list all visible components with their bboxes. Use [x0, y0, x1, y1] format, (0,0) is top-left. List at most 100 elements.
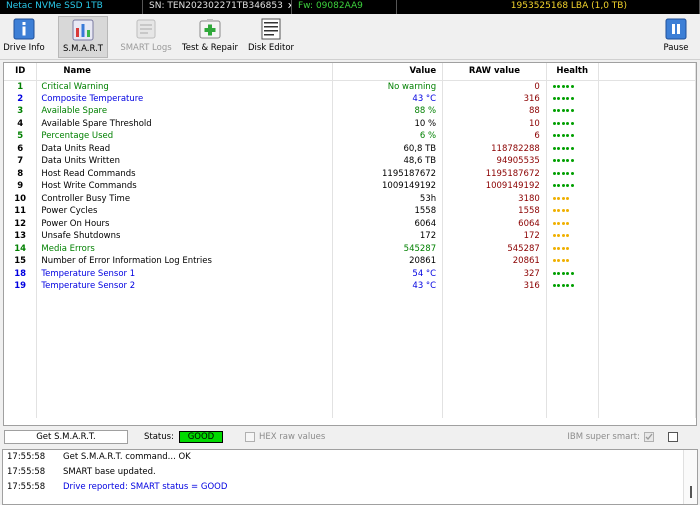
smart-button[interactable]: S.M.A.R.T [58, 16, 108, 58]
empty-cell [332, 292, 444, 305]
attribute-health [546, 80, 599, 93]
row-spacer [598, 205, 696, 218]
empty-row [4, 355, 696, 368]
attribute-value: 43 °C [332, 92, 444, 105]
empty-cell [332, 380, 444, 393]
log-panel[interactable]: 17:55:58 Get S.M.A.R.T. command... OK 17:5… [2, 449, 698, 505]
attribute-raw-value: 316 [442, 280, 547, 293]
ibm-super-smart-checkbox[interactable] [644, 432, 654, 442]
row-spacer [598, 230, 696, 243]
table-row[interactable]: 3 Available Spare 88 % 88 [4, 105, 696, 118]
attribute-id: 13 [4, 230, 38, 243]
row-spacer [598, 267, 696, 280]
empty-cell [4, 392, 38, 405]
health-indicator-icon [552, 171, 574, 175]
empty-row [4, 305, 696, 318]
attribute-id: 3 [4, 105, 38, 118]
table-row[interactable]: 4 Available Spare Threshold 10 % 10 [4, 117, 696, 130]
table-row[interactable]: 9 Host Write Commands 1009149192 1009149192 [4, 180, 696, 193]
attribute-id: 15 [4, 255, 38, 268]
table-row[interactable]: 2 Composite Temperature 43 °C 316 [4, 92, 696, 105]
attribute-id: 12 [4, 217, 38, 230]
smart-logs-button[interactable]: SMART Logs [116, 16, 176, 58]
empty-row [4, 405, 696, 418]
empty-cell [598, 392, 696, 405]
attribute-health [546, 255, 599, 268]
attribute-name: Power On Hours [36, 217, 334, 230]
firmware-version: Fw: 09082AA9 [292, 0, 397, 14]
logs-icon [135, 18, 157, 40]
attribute-raw-value: 316 [442, 92, 547, 105]
table-row[interactable]: 19 Temperature Sensor 2 43 °C 316 [4, 280, 696, 293]
hex-raw-values-checkbox[interactable] [244, 432, 255, 442]
table-row[interactable]: 5 Percentage Used 6 % 6 [4, 130, 696, 143]
attribute-raw-value: 172 [442, 230, 547, 243]
empty-cell [332, 405, 444, 418]
table-row[interactable]: 12 Power On Hours 6064 6064 [4, 217, 696, 230]
empty-cell [598, 292, 696, 305]
drive-info-button[interactable]: Drive Info [2, 16, 46, 58]
attribute-name: Data Units Read [36, 142, 334, 155]
empty-cell [36, 292, 334, 305]
table-row[interactable]: 7 Data Units Written 48,6 TB 94905535 [4, 155, 696, 168]
column-name[interactable]: Name [36, 63, 334, 81]
attribute-id: 1 [4, 80, 38, 93]
table-row[interactable]: 10 Controller Busy Time 53h 3180 [4, 192, 696, 205]
empty-cell [546, 342, 599, 355]
attribute-health [546, 105, 599, 118]
log-scrollbar[interactable] [683, 450, 697, 504]
pause-button[interactable]: Pause [660, 16, 692, 58]
smart-table[interactable]: ID Name Value RAW value Health 1 Critical… [3, 62, 697, 426]
attribute-id: 9 [4, 180, 38, 193]
smart-chart-icon [72, 19, 94, 41]
drive-model[interactable]: Netac NVMe SSD 1TB [0, 0, 143, 14]
hex-raw-values-label: HEX raw values [258, 432, 326, 442]
empty-cell [546, 330, 599, 343]
empty-cell [546, 367, 599, 380]
table-row[interactable]: 8 Host Read Commands 1195187672 1195187672 [4, 167, 696, 180]
extra-option-checkbox[interactable] [668, 432, 678, 442]
attribute-health [546, 217, 599, 230]
test-repair-button[interactable]: Test & Repair [181, 16, 239, 58]
table-row[interactable]: 11 Power Cycles 1558 1558 [4, 205, 696, 218]
ibm-super-smart-label: IBM super smart: [567, 432, 640, 442]
attribute-raw-value: 10 [442, 117, 547, 130]
attribute-id: 14 [4, 242, 38, 255]
empty-cell [442, 380, 547, 393]
attribute-value: 60,8 TB [332, 142, 444, 155]
empty-row [4, 380, 696, 393]
empty-cell [546, 392, 599, 405]
empty-cell [442, 355, 547, 368]
column-health[interactable]: Health [546, 63, 599, 81]
binary-editor-icon [260, 18, 282, 40]
health-indicator-icon [552, 109, 574, 113]
scrollbar-thumb[interactable] [690, 486, 692, 498]
empty-cell [332, 330, 444, 343]
attribute-name: Data Units Written [36, 155, 334, 168]
attribute-name: Available Spare Threshold [36, 117, 334, 130]
table-row[interactable]: 18 Temperature Sensor 1 54 °C 327 [4, 267, 696, 280]
empty-cell [442, 392, 547, 405]
table-row[interactable]: 1 Critical Warning No warning 0 [4, 80, 696, 93]
health-indicator-icon [552, 259, 570, 263]
table-row[interactable]: 6 Data Units Read 60,8 TB 118782288 [4, 142, 696, 155]
log-entry: 17:55:58 Drive reported: SMART status = G… [3, 480, 697, 495]
column-id[interactable]: ID [4, 63, 38, 81]
attribute-id: 8 [4, 167, 38, 180]
health-indicator-icon [552, 146, 574, 150]
column-raw-value[interactable]: RAW value [442, 63, 547, 81]
table-row[interactable]: 13 Unsafe Shutdowns 172 172 [4, 230, 696, 243]
get-smart-button[interactable]: Get S.M.A.R.T. [4, 430, 128, 444]
table-row[interactable]: 14 Media Errors 545287 545287 [4, 242, 696, 255]
column-value[interactable]: Value [332, 63, 444, 81]
empty-cell [36, 380, 334, 393]
empty-cell [598, 305, 696, 318]
attribute-health [546, 167, 599, 180]
attribute-id: 11 [4, 205, 38, 218]
empty-cell [4, 355, 38, 368]
table-row[interactable]: 15 Number of Error Information Log Entrie… [4, 255, 696, 268]
row-spacer [598, 155, 696, 168]
disk-editor-button[interactable]: Disk Editor [247, 16, 295, 58]
attribute-name: Host Write Commands [36, 180, 334, 193]
attribute-name: Number of Error Information Log Entries [36, 255, 334, 268]
